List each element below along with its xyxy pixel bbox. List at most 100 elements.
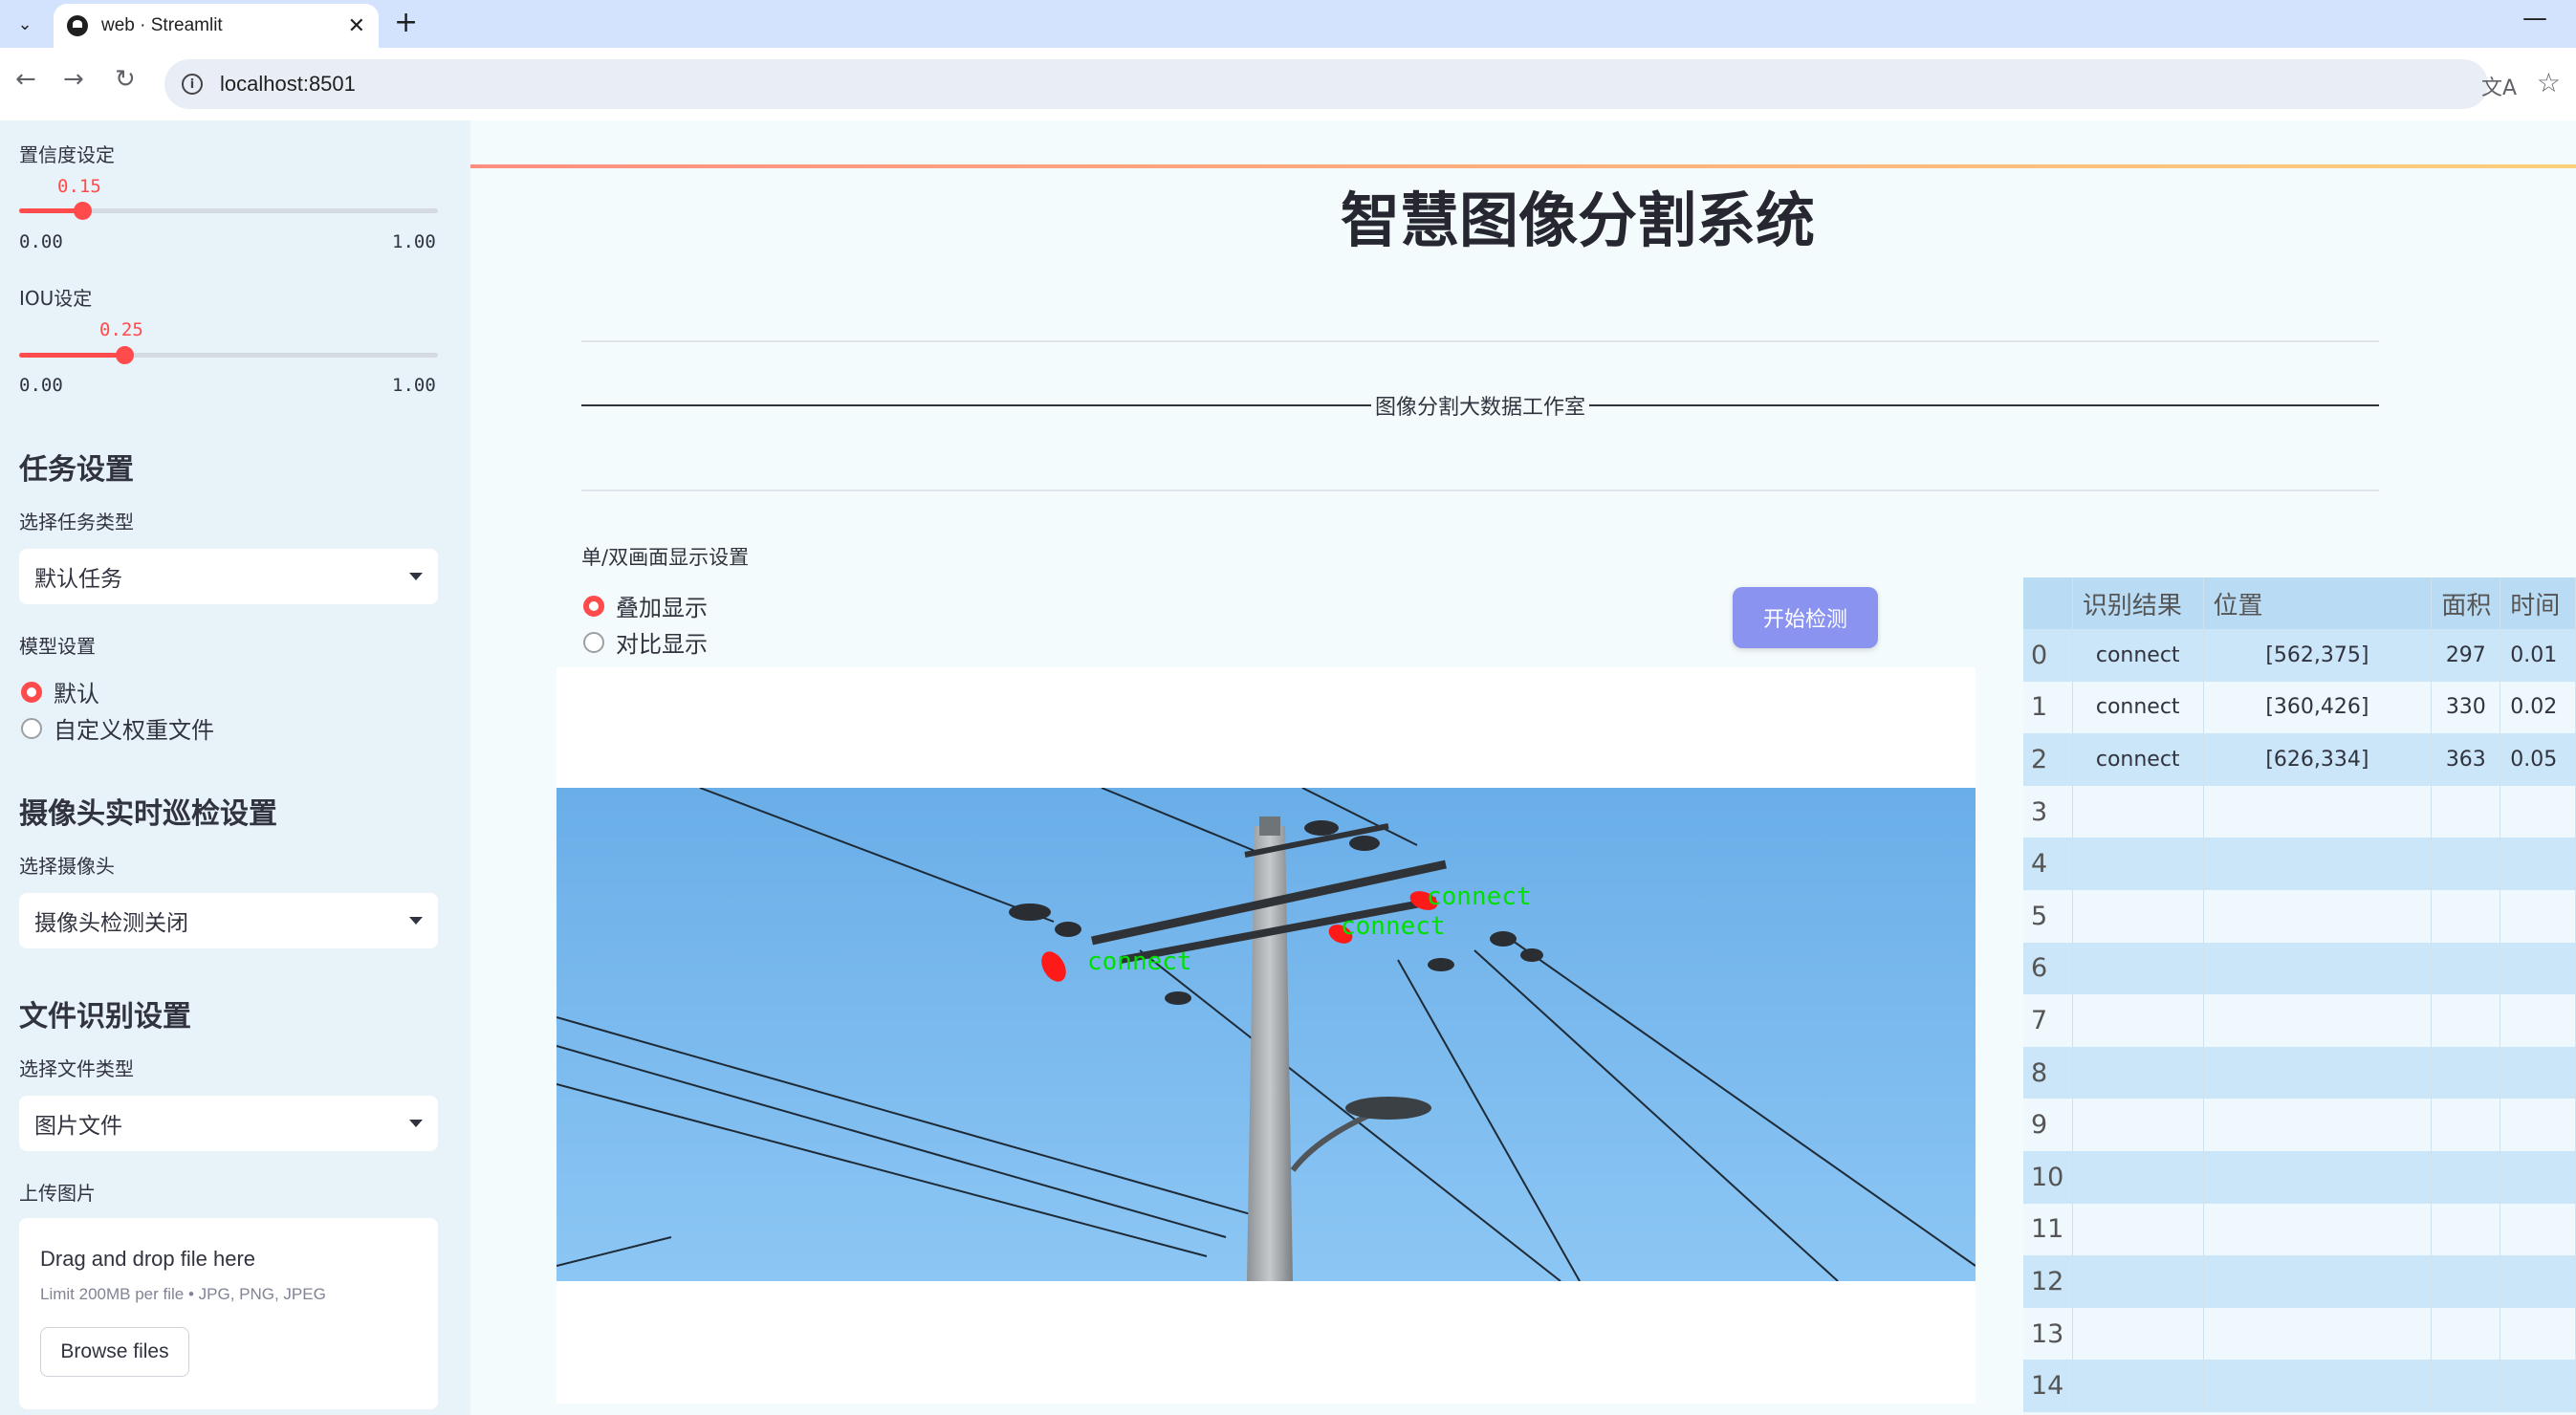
reload-icon[interactable]: ↻ <box>115 65 136 94</box>
browse-files-button[interactable]: Browse files <box>40 1327 189 1377</box>
row-index: 10 <box>2023 1150 2073 1204</box>
detection-label: connect <box>1427 882 1532 911</box>
table-cell <box>2431 1307 2501 1361</box>
streamlit-favicon-icon <box>67 15 88 36</box>
segmentation-result-image: connect connect connect <box>557 788 1976 1281</box>
iou-value: 0.25 <box>99 319 143 340</box>
task-heading: 任务设置 <box>19 453 134 487</box>
close-tab-icon[interactable]: ✕ <box>348 14 365 38</box>
back-icon[interactable]: ← <box>15 65 36 94</box>
camera-heading: 摄像头实时巡检设置 <box>19 797 277 831</box>
column-header[interactable]: 识别结果 <box>2072 577 2204 629</box>
radio-unselected-icon[interactable] <box>21 717 42 739</box>
table-cell <box>2500 994 2576 1047</box>
street-light <box>1345 1097 1431 1120</box>
results-table[interactable]: 识别结果 位置 面积 时间 0 connect [562,375] 297 0.01 1 c… <box>2023 577 2576 1415</box>
column-header[interactable]: 时间 <box>2500 577 2576 629</box>
table-cell <box>2072 1360 2204 1412</box>
table-cell <box>2072 994 2204 1047</box>
table-cell <box>2500 1150 2576 1204</box>
iou-slider-thumb[interactable] <box>115 346 134 364</box>
table-cell: 363 <box>2431 733 2501 786</box>
translate-icon[interactable]: 文A <box>2481 71 2517 101</box>
table-row[interactable]: 13 <box>2023 1307 2576 1361</box>
table-cell <box>2203 785 2433 838</box>
display-radio-overlay[interactable]: 叠加显示 <box>583 589 708 622</box>
start-detection-button[interactable]: 开始检测 <box>1733 587 1878 648</box>
table-row[interactable]: 7 <box>2023 994 2576 1047</box>
table-cell <box>2431 838 2501 890</box>
site-info-icon[interactable]: i <box>182 74 203 95</box>
confidence-slider[interactable] <box>19 202 438 220</box>
table-row[interactable]: 2 connect [626,334] 363 0.05 <box>2023 733 2576 786</box>
table-row[interactable]: 10 <box>2023 1150 2576 1204</box>
table-row[interactable]: 8 <box>2023 1046 2576 1099</box>
table-cell <box>2431 1203 2501 1256</box>
row-index: 14 <box>2023 1360 2073 1412</box>
file-heading: 文件识别设置 <box>19 1000 191 1034</box>
table-cell <box>2203 1099 2433 1151</box>
table-cell <box>2500 1255 2576 1308</box>
table-row[interactable]: 11 <box>2023 1203 2576 1256</box>
url-field[interactable]: i localhost:8501 <box>164 59 2488 109</box>
table-cell <box>2072 889 2204 943</box>
column-header[interactable]: 面积 <box>2431 577 2501 629</box>
table-row[interactable]: 0 connect [562,375] 297 0.01 <box>2023 629 2576 682</box>
table-cell: connect <box>2072 681 2204 734</box>
minimize-window-icon[interactable]: — <box>2522 4 2547 33</box>
file-type-label: 选择文件类型 <box>19 1057 134 1080</box>
table-row[interactable]: 12 <box>2023 1255 2576 1308</box>
table-cell <box>2072 1255 2204 1308</box>
file-dropzone[interactable]: Drag and drop file here Limit 200MB per … <box>19 1218 438 1409</box>
radio-unselected-icon[interactable] <box>583 631 604 653</box>
index-header <box>2023 577 2073 629</box>
display-radio-compare[interactable]: 对比显示 <box>583 625 708 659</box>
task-type-label: 选择任务类型 <box>19 511 134 533</box>
browser-tab[interactable]: web · Streamlit ✕ <box>54 4 379 48</box>
table-row[interactable]: 9 <box>2023 1099 2576 1151</box>
divider <box>581 340 2379 342</box>
dash-line <box>1589 404 2379 406</box>
table-cell <box>2203 994 2433 1047</box>
bookmark-star-icon[interactable]: ☆ <box>2537 67 2561 98</box>
table-cell <box>2431 1046 2501 1099</box>
table-cell <box>2500 785 2576 838</box>
table-cell <box>2072 942 2204 995</box>
table-row[interactable]: 4 <box>2023 838 2576 890</box>
table-cell: 0.01 <box>2500 629 2576 682</box>
table-row[interactable]: 5 <box>2023 889 2576 943</box>
model-radio-default[interactable]: 默认 <box>21 675 99 708</box>
model-label: 模型设置 <box>19 635 96 658</box>
column-header[interactable]: 位置 <box>2203 577 2433 629</box>
table-cell <box>2203 889 2433 943</box>
table-row[interactable]: 3 <box>2023 785 2576 838</box>
iou-slider[interactable] <box>19 346 438 364</box>
confidence-max: 1.00 <box>392 231 436 252</box>
forward-icon[interactable]: → <box>63 65 84 94</box>
tab-search-icon[interactable]: ⌄ <box>8 8 42 40</box>
table-row[interactable]: 6 <box>2023 942 2576 995</box>
display-option-label: 叠加显示 <box>616 595 708 621</box>
confidence-slider-fill <box>19 208 82 213</box>
model-radio-custom[interactable]: 自定义权重文件 <box>21 711 214 745</box>
url-text: localhost:8501 <box>220 72 356 96</box>
table-row[interactable]: 14 <box>2023 1360 2576 1412</box>
chevron-down-icon <box>409 1120 423 1127</box>
table-row[interactable]: 1 connect [360,426] 330 0.02 <box>2023 681 2576 734</box>
table-cell <box>2500 889 2576 943</box>
table-cell <box>2203 1360 2433 1412</box>
confidence-slider-thumb[interactable] <box>73 202 92 220</box>
new-tab-icon[interactable]: + <box>394 6 418 39</box>
table-cell: connect <box>2072 733 2204 786</box>
radio-selected-icon[interactable] <box>21 681 42 703</box>
camera-select[interactable]: 摄像头检测关闭 <box>19 893 438 948</box>
confidence-value: 0.15 <box>57 176 101 197</box>
dropzone-limit: Limit 200MB per file • JPG, PNG, JPEG <box>40 1285 326 1303</box>
radio-selected-icon[interactable] <box>583 595 604 617</box>
table-cell <box>2431 942 2501 995</box>
table-cell <box>2431 889 2501 943</box>
table-header-row: 识别结果 位置 面积 时间 <box>2023 577 2576 629</box>
row-index: 8 <box>2023 1046 2073 1099</box>
task-type-select[interactable]: 默认任务 <box>19 549 438 604</box>
file-type-select[interactable]: 图片文件 <box>19 1096 438 1151</box>
